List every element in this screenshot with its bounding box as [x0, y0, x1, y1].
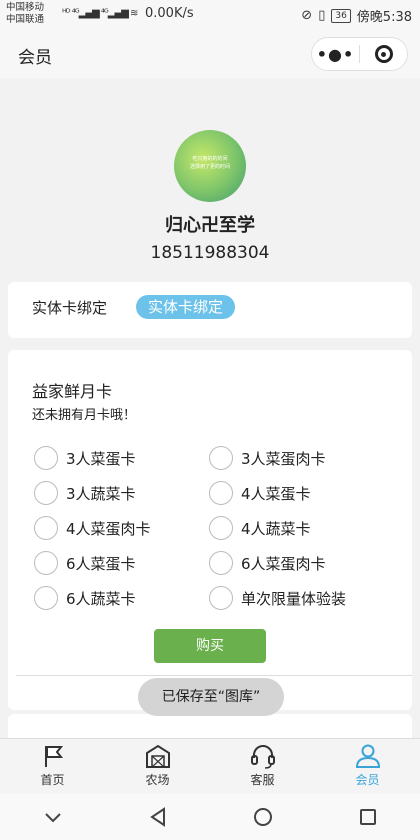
buy-button[interactable]: 购买	[154, 629, 266, 663]
radio-button[interactable]	[209, 446, 233, 470]
recents-icon[interactable]	[348, 808, 388, 826]
option-label: 6人菜蛋肉卡	[241, 554, 326, 573]
radio-button[interactable]	[34, 551, 58, 575]
option-3-veg-egg-meat[interactable]: 3人菜蛋肉卡	[209, 446, 326, 470]
tab-bar: 首页 农场 客服 会员	[0, 738, 420, 794]
card-binding-button[interactable]: 实体卡绑定	[136, 295, 236, 319]
option-label: 3人菜蛋肉卡	[241, 449, 326, 468]
user-icon	[355, 744, 380, 768]
tab-label: 会员	[355, 773, 380, 787]
headset-icon	[250, 745, 275, 769]
radio-button[interactable]	[209, 481, 233, 505]
option-label: 3人菜蛋卡	[66, 449, 136, 468]
radio-button[interactable]	[209, 586, 233, 610]
option-label: 6人蔬菜卡	[66, 589, 136, 608]
option-label: 4人菜蛋卡	[241, 484, 311, 503]
home-icon[interactable]	[243, 807, 283, 827]
tab-label: 农场	[145, 773, 170, 787]
back-icon[interactable]	[138, 807, 178, 827]
divider	[16, 675, 412, 676]
tab-farm[interactable]: 农场	[105, 739, 210, 794]
option-trial-pack[interactable]: 单次限量体验装	[209, 586, 346, 610]
radio-button[interactable]	[34, 586, 58, 610]
barn-icon	[145, 744, 170, 768]
clock: 傍晚5:38	[356, 10, 412, 25]
carrier-1: 中国移动	[6, 2, 45, 13]
option-6-veg-egg-meat[interactable]: 6人菜蛋肉卡	[209, 551, 326, 575]
flag-icon	[44, 746, 63, 767]
monthly-card-title: 益家鲜月卡	[32, 382, 113, 401]
monthly-card-subtitle: 还未拥有月卡哦！	[32, 408, 137, 423]
battery-icon: 36	[331, 8, 351, 23]
avatar-text-2: 选择用了更的时间	[189, 164, 230, 170]
radio-button[interactable]	[34, 446, 58, 470]
option-label: 单次限量体验装	[241, 589, 347, 608]
status-bar: 中国移动 中国联通 ᴴᴰ ⁴ᴳ▂▄▆ ⁴ᴳ▂▄▆ ≋ 0.00K/s ⊘ ▯ 3…	[0, 0, 420, 30]
radio-button[interactable]	[209, 516, 233, 540]
toast-message: 已保存至“图库”	[138, 678, 284, 716]
tab-label: 客服	[250, 773, 275, 787]
vibrate-icon: ▯	[318, 8, 326, 23]
option-label: 4人蔬菜卡	[241, 519, 311, 538]
chevron-down-icon[interactable]	[33, 811, 73, 823]
card-binding-panel: 实体卡绑定 实体卡绑定	[8, 282, 412, 338]
system-nav-bar	[0, 794, 420, 840]
page-title: 会员	[18, 48, 52, 68]
username: 归心卍至学	[165, 215, 255, 236]
profile-section: 吃只用的的的间 选择用了更的时间 归心卍至学 18511988304	[0, 78, 420, 278]
eye-icon: ⊘	[301, 8, 313, 23]
option-6-veg[interactable]: 6人蔬菜卡	[34, 586, 136, 610]
carrier-2: 中国联通	[6, 14, 45, 25]
mini-program-capsule: •●•	[311, 37, 408, 71]
radio-button[interactable]	[34, 481, 58, 505]
option-label: 4人菜蛋肉卡	[66, 519, 151, 538]
tab-member[interactable]: 会员	[315, 739, 420, 794]
net-speed: 0.00K/s	[145, 6, 194, 21]
more-dots-icon[interactable]: •●•	[312, 45, 359, 64]
tab-label: 首页	[40, 773, 65, 787]
option-label: 3人蔬菜卡	[66, 484, 136, 503]
option-4-veg[interactable]: 4人蔬菜卡	[209, 516, 311, 540]
nav-bar: 会员 •●•	[0, 30, 420, 78]
option-3-veg-egg[interactable]: 3人菜蛋卡	[34, 446, 136, 470]
carrier-info: 中国移动 中国联通	[6, 2, 44, 26]
avatar[interactable]: 吃只用的的的间 选择用了更的时间	[174, 130, 246, 202]
tab-home[interactable]: 首页	[0, 739, 105, 794]
option-4-veg-egg[interactable]: 4人菜蛋卡	[209, 481, 311, 505]
avatar-text-1: 吃只用的的的间	[192, 156, 228, 162]
tab-support[interactable]: 客服	[210, 739, 315, 794]
monthly-card-panel: 益家鲜月卡 还未拥有月卡哦！ 3人菜蛋卡 3人菜蛋肉卡 3人蔬菜卡 4人菜蛋卡 …	[8, 350, 412, 710]
option-6-veg-egg[interactable]: 6人菜蛋卡	[34, 551, 136, 575]
signal-icon: ᴴᴰ ⁴ᴳ▂▄▆ ⁴ᴳ▂▄▆ ≋	[62, 8, 138, 19]
option-label: 6人菜蛋卡	[66, 554, 136, 573]
target-icon[interactable]	[360, 45, 407, 63]
option-3-veg[interactable]: 3人蔬菜卡	[34, 481, 136, 505]
phone-number: 18511988304	[150, 243, 270, 263]
radio-button[interactable]	[34, 516, 58, 540]
option-4-veg-egg-meat[interactable]: 4人菜蛋肉卡	[34, 516, 151, 540]
card-binding-label: 实体卡绑定	[32, 299, 108, 317]
radio-button[interactable]	[209, 551, 233, 575]
